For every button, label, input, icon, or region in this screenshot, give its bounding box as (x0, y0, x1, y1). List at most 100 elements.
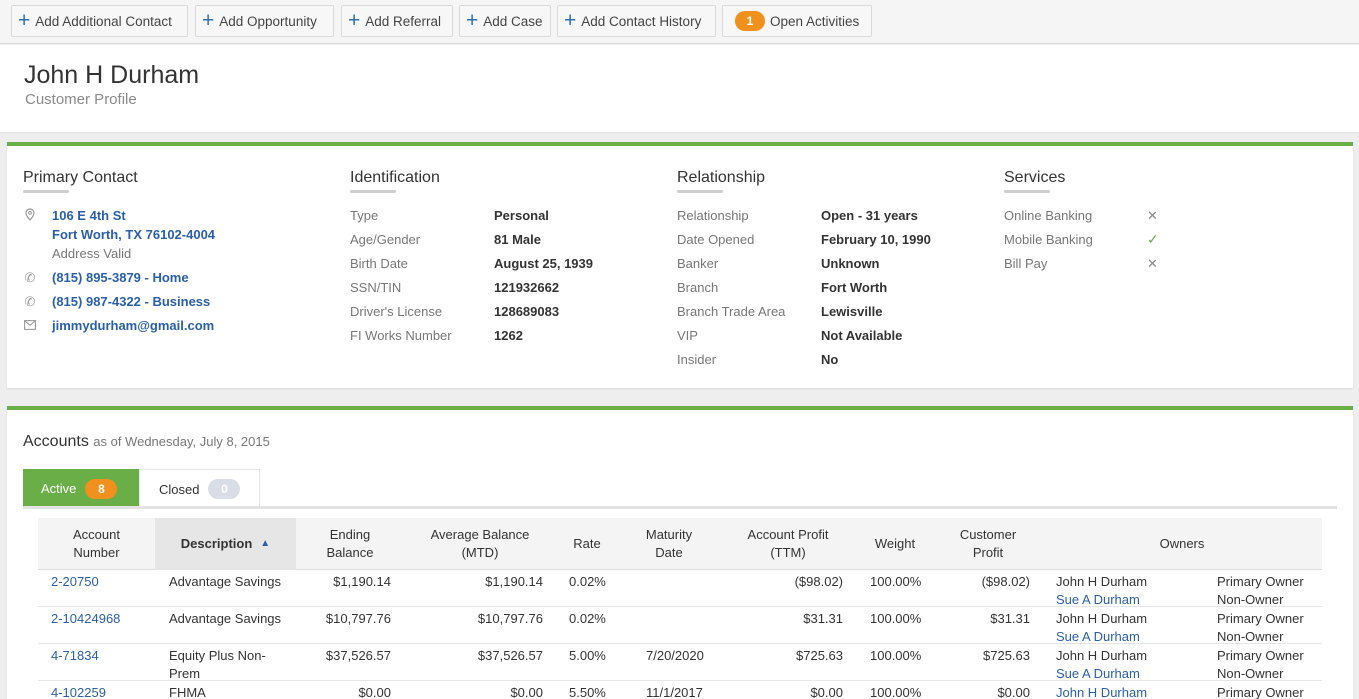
relationship-label: Relationship (677, 208, 749, 223)
accounts-as-of-date: as of Wednesday, July 8, 2015 (93, 434, 270, 449)
phone-icon: ✆ (24, 270, 36, 285)
vip-value: Not Available (821, 328, 903, 343)
column-owners-label: Owners (1159, 536, 1205, 551)
weight: 100.00% (870, 574, 922, 589)
account-number-link[interactable]: 4-102259 (51, 684, 106, 699)
owner-name: John H Durham (1056, 574, 1148, 589)
account-description: Equity Plus Non- Prem (169, 647, 266, 683)
address-line-1: 106 E 4th St (52, 208, 126, 223)
column-maturity-date[interactable]: Maturity Date (618, 518, 720, 570)
tab-closed-label: Closed (159, 481, 200, 497)
account-number-link[interactable]: 2-20750 (51, 573, 99, 591)
maturity-date: 11/1/2017 (646, 685, 703, 699)
id-type-value: Personal (494, 208, 549, 223)
rate: 0.02% (569, 611, 606, 626)
column-rate[interactable]: Rate (556, 518, 618, 570)
add-contact-history-button[interactable]: + Add Contact History (557, 5, 716, 37)
ending-balance: $1,190.14 (333, 574, 391, 589)
branch-trade-area-value: Lewisville (821, 304, 883, 319)
weight: 100.00% (870, 611, 922, 626)
add-referral-button[interactable]: + Add Referral (341, 5, 453, 37)
customer-profit: $31.31 (990, 611, 1030, 626)
average-balance: $1,190.14 (485, 574, 543, 589)
column-ending-balance-line1: Ending (329, 527, 371, 542)
add-case-button[interactable]: + Add Case (459, 5, 551, 37)
column-rate-label: Rate (573, 536, 601, 551)
banker-value: Unknown (821, 256, 880, 271)
column-customer-profit[interactable]: Customer Profit (934, 518, 1042, 570)
account-profit: $31.31 (803, 611, 843, 626)
open-activities-button[interactable]: 1 Open Activities (722, 5, 872, 37)
envelope-icon (23, 318, 37, 333)
add-additional-contact-button[interactable]: + Add Additional Contact (11, 5, 188, 37)
customer-profit: $0.00 (997, 685, 1030, 699)
banker-label: Banker (677, 256, 719, 271)
birth-date-label: Birth Date (350, 256, 408, 271)
column-account-profit[interactable]: Account Profit (TTM) (720, 518, 856, 570)
owner-name-link[interactable]: John H Durham (1056, 684, 1147, 699)
relationship-value: Open - 31 years (821, 208, 918, 223)
primary-contact-heading: Primary Contact (23, 169, 138, 193)
owner-name: John H Durham (1056, 648, 1148, 663)
weight: 100.00% (870, 685, 922, 699)
drivers-license-label: Driver's License (350, 304, 443, 319)
table-row: 2-10424968 Advantage Savings $10,797.76 … (38, 607, 1322, 644)
column-customer-profit-line2: Profit (972, 545, 1004, 560)
description-line2: Prem (169, 666, 201, 681)
address-line-2: Fort Worth, TX 76102-4004 (52, 227, 216, 242)
owner-name: John H Durham (1056, 611, 1148, 626)
services-heading: Services (1004, 169, 1066, 193)
average-balance: $37,526.57 (477, 648, 543, 663)
ending-balance: $37,526.57 (325, 648, 391, 663)
owner-role: Primary Owner (1217, 611, 1304, 626)
description-line1: Equity Plus Non- (169, 648, 266, 663)
branch-trade-area-label: Branch Trade Area (677, 304, 786, 319)
mobile-banking-label: Mobile Banking (1004, 232, 1093, 247)
id-type-label: Type (350, 208, 379, 223)
column-ending-balance[interactable]: Ending Balance (296, 518, 404, 570)
enabled-check-icon: ✓ (1147, 231, 1159, 247)
plus-icon: + (564, 8, 577, 32)
birth-date-value: August 25, 1939 (494, 256, 593, 271)
weight: 100.00% (870, 648, 922, 663)
column-description[interactable]: Description ▲ (155, 518, 296, 570)
average-balance: $10,797.76 (477, 611, 543, 626)
address-status: Address Valid (52, 246, 132, 261)
column-account-number[interactable]: Account Number (38, 518, 155, 570)
column-owners[interactable]: Owners (1042, 518, 1322, 570)
accounts-heading: Accounts as of Wednesday, July 8, 2015 (23, 433, 270, 451)
open-activities-label: Open Activities (770, 13, 860, 29)
active-count-badge: 8 (85, 478, 118, 499)
account-number-link[interactable]: 4-71834 (51, 647, 99, 665)
not-enabled-x-icon: ✕ (1147, 208, 1158, 223)
profile-details-card: Primary Contact 106 E 4th St Fort Worth,… (7, 142, 1353, 388)
location-pin-icon (23, 208, 37, 224)
add-opportunity-button[interactable]: + Add Opportunity (195, 5, 334, 37)
owner-role: Primary Owner (1217, 648, 1304, 663)
table-row: 2-20750 Advantage Savings $1,190.14 $1,1… (38, 570, 1322, 607)
add-case-label: Add Case (483, 13, 543, 29)
open-activities-count-badge: 1 (735, 11, 765, 31)
sort-ascending-icon: ▲ (260, 538, 271, 549)
ending-balance: $0.00 (358, 685, 391, 699)
column-account-profit-line1: Account Profit (747, 527, 829, 542)
branch-value: Fort Worth (821, 280, 888, 295)
action-toolbar: + Add Additional Contact + Add Opportunity… (0, 0, 1359, 44)
maturity-date: 7/20/2020 (646, 648, 704, 663)
insider-value: No (821, 352, 839, 367)
column-average-balance[interactable]: Average Balance (MTD) (404, 518, 556, 570)
account-number-link[interactable]: 2-10424968 (51, 610, 120, 628)
add-opportunity-label: Add Opportunity (219, 13, 317, 29)
add-additional-contact-label: Add Additional Contact (35, 13, 172, 29)
column-account-number-line2: Number (73, 545, 120, 560)
ending-balance: $10,797.76 (325, 611, 391, 626)
column-weight[interactable]: Weight (856, 518, 934, 570)
plus-icon: + (348, 8, 361, 32)
account-profit: ($98.02) (794, 574, 843, 589)
phone-icon: ✆ (24, 294, 36, 309)
tab-closed[interactable]: Closed 0 (139, 469, 260, 508)
closed-count-badge: 0 (208, 479, 241, 499)
not-enabled-x-icon: ✕ (1147, 256, 1158, 271)
tab-active[interactable]: Active 8 (23, 469, 139, 508)
column-ending-balance-line2: Balance (326, 545, 374, 560)
